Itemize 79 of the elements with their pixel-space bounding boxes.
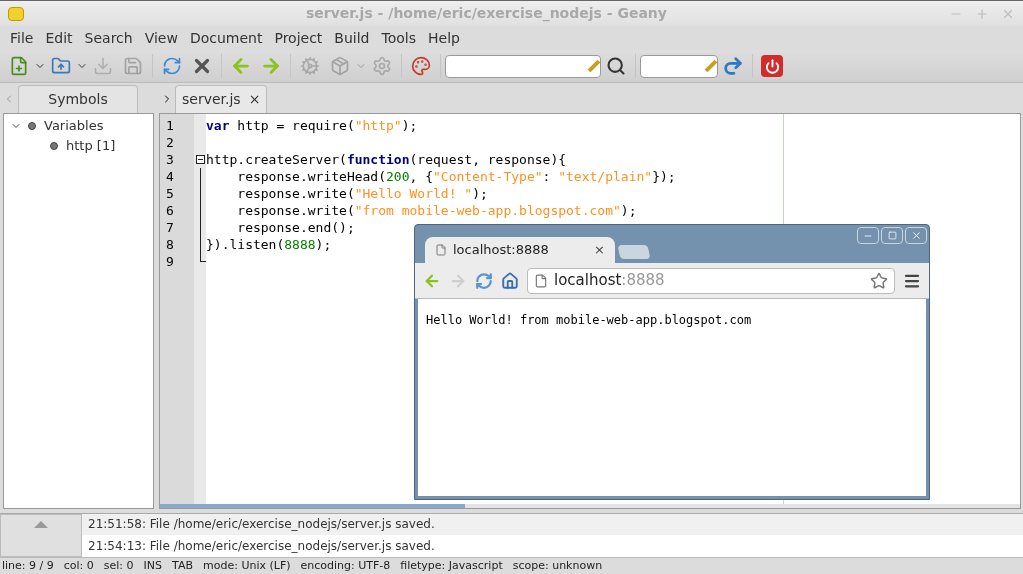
save-all-icon[interactable] bbox=[123, 56, 143, 76]
new-file-icon[interactable] bbox=[9, 56, 29, 76]
tree-item[interactable]: Variables bbox=[44, 116, 104, 136]
line-number: 2 bbox=[165, 134, 175, 151]
page-text: Hello World! from mobile-web-app.blogspot.com bbox=[426, 313, 752, 327]
code-line: var http = require("http"); bbox=[206, 117, 418, 134]
forward-icon[interactable] bbox=[260, 55, 282, 77]
message-collapse-button[interactable] bbox=[0, 514, 82, 557]
back-icon[interactable] bbox=[230, 55, 252, 77]
clear-icon[interactable] bbox=[587, 59, 601, 73]
color-chooser-icon[interactable] bbox=[411, 56, 431, 76]
line-number: 5 bbox=[165, 185, 175, 202]
status-item: line: 9 / 9 bbox=[2, 557, 54, 574]
line-number: 6 bbox=[165, 202, 175, 219]
close-icon[interactable] bbox=[905, 227, 927, 244]
fold-end bbox=[200, 253, 206, 262]
line-number: 3 bbox=[165, 151, 175, 168]
new-tab-button[interactable] bbox=[617, 245, 651, 259]
code-line: response.write("from mobile-web-app.blogspot.com"); bbox=[236, 202, 637, 219]
status-item: encoding: UTF-8 bbox=[300, 557, 391, 574]
save-icon[interactable] bbox=[93, 56, 113, 76]
clear-icon[interactable] bbox=[704, 59, 718, 73]
code-line: response.writeHead(200, {"Content-Type": "text/plain"}); bbox=[236, 168, 676, 185]
code-line: response.write("Hello World! "); bbox=[236, 185, 488, 202]
menu-item[interactable]: Tools bbox=[375, 27, 422, 49]
bookmark-star-icon[interactable] bbox=[870, 271, 888, 290]
jump-icon[interactable] bbox=[722, 55, 744, 77]
line-number: 1 bbox=[165, 117, 175, 134]
code-line: http.createServer(function(request, response){ bbox=[206, 151, 567, 168]
menu-item[interactable]: Search bbox=[78, 27, 139, 49]
fold-marker-icon[interactable] bbox=[196, 155, 205, 164]
line-number: 7 bbox=[165, 219, 175, 236]
maximize-icon[interactable] bbox=[975, 6, 989, 21]
menu-item[interactable]: View bbox=[138, 27, 184, 49]
url-text: localhost:8888 bbox=[554, 270, 666, 292]
symbol-icon bbox=[50, 142, 58, 150]
tab-close-button[interactable]: × bbox=[594, 240, 605, 260]
app-icon bbox=[8, 6, 24, 21]
quit-button[interactable] bbox=[761, 55, 783, 77]
maximize-icon[interactable] bbox=[881, 227, 903, 244]
reload-icon[interactable] bbox=[475, 271, 493, 290]
window-title: server.js - /home/eric/exercise_nodejs - Geany bbox=[305, 4, 668, 24]
sidebar-tab[interactable]: Symbols bbox=[18, 85, 138, 113]
minimize-icon[interactable] bbox=[857, 227, 879, 244]
tab-close-button[interactable]: × bbox=[248, 89, 261, 110]
tree-item[interactable]: http [1] bbox=[66, 136, 116, 156]
menu-item[interactable]: Help bbox=[422, 27, 466, 49]
line-number: 9 bbox=[165, 253, 175, 270]
address-bar[interactable]: localhost:8888 bbox=[527, 267, 895, 294]
line-number-field[interactable] bbox=[640, 54, 718, 78]
menu-item[interactable]: Edit bbox=[39, 27, 79, 49]
page-icon bbox=[534, 273, 548, 288]
symbol-icon bbox=[28, 122, 36, 130]
reload-icon[interactable] bbox=[162, 56, 182, 76]
status-item: sel: 0 bbox=[103, 557, 134, 574]
tab-title: localhost:8888 bbox=[453, 241, 550, 260]
file-tab[interactable]: server.js × bbox=[175, 85, 268, 113]
status-item: mode: Unix (LF) bbox=[203, 557, 291, 574]
menu-item[interactable]: Project bbox=[268, 27, 329, 49]
page-icon bbox=[435, 244, 447, 256]
browser-tab[interactable]: localhost:8888 × bbox=[425, 237, 615, 263]
status-item: TAB bbox=[172, 557, 193, 574]
status-item: filetype: Javascript bbox=[400, 557, 503, 574]
status-item: INS bbox=[143, 557, 163, 574]
status-item: col: 0 bbox=[63, 557, 94, 574]
menu-item[interactable]: Document bbox=[183, 27, 269, 49]
line-number: 8 bbox=[165, 236, 175, 253]
message-line: 21:54:13: File /home/eric/exercise_nodejs/server.js saved. bbox=[87, 538, 436, 555]
status-item: scope: unknown bbox=[512, 557, 603, 574]
menu-item[interactable]: File bbox=[4, 27, 40, 49]
search-field[interactable] bbox=[445, 54, 601, 78]
line-number: 4 bbox=[165, 168, 175, 185]
menu-item[interactable]: Build bbox=[328, 27, 376, 49]
code-line: }).listen(8888); bbox=[206, 236, 332, 253]
home-icon[interactable] bbox=[501, 271, 519, 290]
tab-label: server.js bbox=[182, 90, 241, 109]
open-folder-icon[interactable] bbox=[51, 56, 71, 76]
search-icon[interactable] bbox=[606, 56, 626, 76]
code-line: response.end(); bbox=[236, 219, 355, 236]
